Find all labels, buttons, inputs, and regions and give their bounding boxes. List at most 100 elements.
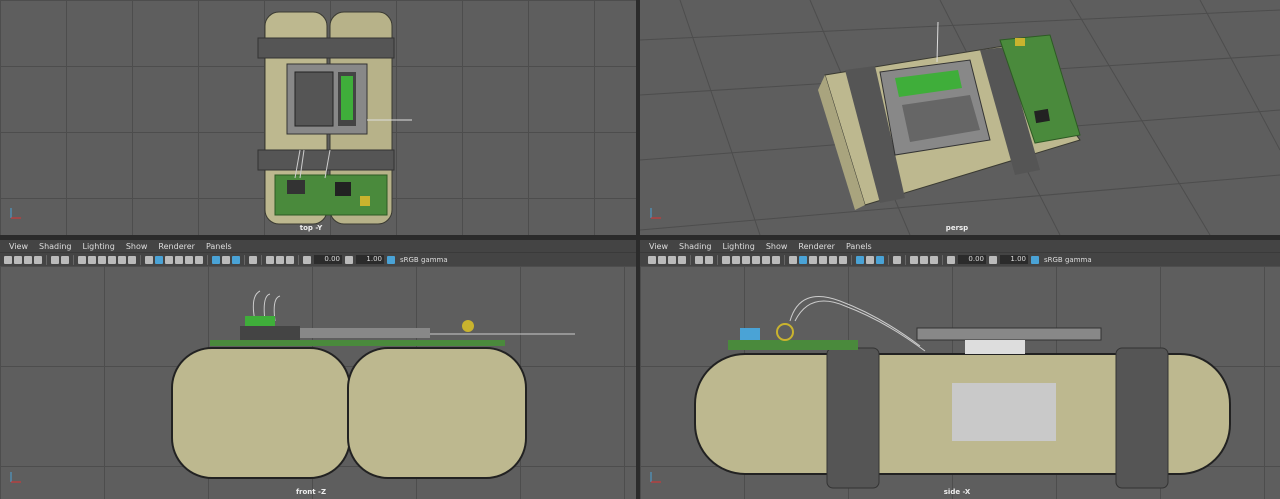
menu-shading[interactable]: Shading bbox=[679, 242, 712, 251]
color-space-label[interactable]: sRGB gamma bbox=[1044, 256, 1092, 264]
safe-action-icon[interactable] bbox=[772, 255, 780, 264]
select-camera-icon[interactable] bbox=[648, 255, 656, 264]
motion-blur-icon[interactable] bbox=[866, 255, 874, 264]
image-plane-icon[interactable] bbox=[34, 255, 42, 264]
xray-joints-icon[interactable] bbox=[276, 255, 284, 264]
exposure-icon[interactable] bbox=[947, 255, 955, 264]
two-d-pan-icon[interactable] bbox=[695, 255, 703, 264]
isolate-icon[interactable] bbox=[893, 255, 901, 264]
motion-blur-icon[interactable] bbox=[222, 255, 230, 264]
color-space-label[interactable]: sRGB gamma bbox=[400, 256, 448, 264]
camera-label: persp bbox=[945, 224, 969, 232]
toolbar-divider bbox=[717, 254, 718, 265]
menu-show[interactable]: Show bbox=[766, 242, 788, 251]
ambient-occlusion-icon[interactable] bbox=[856, 255, 864, 264]
bomb-model-top bbox=[257, 11, 412, 225]
shadow-icon[interactable] bbox=[195, 255, 203, 264]
default-material-icon[interactable] bbox=[165, 255, 173, 264]
xray-icon[interactable] bbox=[266, 255, 274, 264]
toolbar-divider bbox=[784, 254, 785, 265]
menu-show[interactable]: Show bbox=[126, 242, 148, 251]
grid-icon[interactable] bbox=[78, 255, 86, 264]
panel-menubar: View Shading Lighting Show Renderer Pane… bbox=[0, 240, 636, 252]
exposure-icon[interactable] bbox=[303, 255, 311, 264]
gamma-field[interactable]: 1.00 bbox=[356, 255, 384, 264]
panel-menubar: View Shading Lighting Show Renderer Pane… bbox=[640, 240, 1280, 252]
ambient-occlusion-icon[interactable] bbox=[212, 255, 220, 264]
resolution-gate-icon[interactable] bbox=[742, 255, 750, 264]
bookmark-icon[interactable] bbox=[24, 255, 32, 264]
light-icon[interactable] bbox=[829, 255, 837, 264]
field-chart-icon[interactable] bbox=[762, 255, 770, 264]
grease-pencil-icon[interactable] bbox=[61, 255, 69, 264]
wireframe-icon[interactable] bbox=[145, 255, 153, 264]
camera-attributes-icon[interactable] bbox=[14, 255, 22, 264]
menu-panels[interactable]: Panels bbox=[846, 242, 872, 251]
xray-joints-icon[interactable] bbox=[920, 255, 928, 264]
toolbar-divider bbox=[261, 254, 262, 265]
camera-label: top -Y bbox=[299, 224, 323, 232]
isolate-icon[interactable] bbox=[249, 255, 257, 264]
grease-pencil-icon[interactable] bbox=[705, 255, 713, 264]
gate-mask-icon[interactable] bbox=[752, 255, 760, 264]
viewport-persp[interactable]: persp bbox=[640, 0, 1280, 235]
viewport-front[interactable]: front -Z bbox=[0, 266, 636, 499]
menu-shading[interactable]: Shading bbox=[39, 242, 72, 251]
menu-renderer[interactable]: Renderer bbox=[798, 242, 835, 251]
menu-view[interactable]: View bbox=[9, 242, 28, 251]
image-plane-icon[interactable] bbox=[678, 255, 686, 264]
toolbar-divider bbox=[244, 254, 245, 265]
gamma-icon[interactable] bbox=[989, 255, 997, 264]
film-gate-icon[interactable] bbox=[88, 255, 96, 264]
field-chart-icon[interactable] bbox=[118, 255, 126, 264]
exposure-field[interactable]: 0.00 bbox=[314, 255, 342, 264]
viewport-side[interactable]: side -X bbox=[640, 266, 1280, 499]
menu-lighting[interactable]: Lighting bbox=[722, 242, 754, 251]
menu-panels[interactable]: Panels bbox=[206, 242, 232, 251]
toolbar-divider bbox=[73, 254, 74, 265]
menu-view[interactable]: View bbox=[649, 242, 668, 251]
bookmark-icon[interactable] bbox=[668, 255, 676, 264]
camera-label: front -Z bbox=[295, 488, 327, 496]
shadow-icon[interactable] bbox=[839, 255, 847, 264]
texture-icon[interactable] bbox=[819, 255, 827, 264]
two-d-pan-icon[interactable] bbox=[51, 255, 59, 264]
xray-components-icon[interactable] bbox=[930, 255, 938, 264]
smooth-shade-icon[interactable] bbox=[799, 255, 807, 264]
select-camera-icon[interactable] bbox=[4, 255, 12, 264]
wireframe-icon[interactable] bbox=[789, 255, 797, 264]
resolution-gate-icon[interactable] bbox=[98, 255, 106, 264]
default-material-icon[interactable] bbox=[809, 255, 817, 264]
light-icon[interactable] bbox=[185, 255, 193, 264]
gamma-icon[interactable] bbox=[345, 255, 353, 264]
toolbar-divider bbox=[942, 254, 943, 265]
texture-icon[interactable] bbox=[175, 255, 183, 264]
gamma-field[interactable]: 1.00 bbox=[1000, 255, 1028, 264]
menu-lighting[interactable]: Lighting bbox=[82, 242, 114, 251]
toolbar-divider bbox=[690, 254, 691, 265]
toolbar-divider bbox=[298, 254, 299, 265]
xray-components-icon[interactable] bbox=[286, 255, 294, 264]
toolbar-divider bbox=[46, 254, 47, 265]
menu-renderer[interactable]: Renderer bbox=[158, 242, 195, 251]
toolbar-divider bbox=[905, 254, 906, 265]
color-management-icon[interactable] bbox=[387, 255, 395, 264]
safe-action-icon[interactable] bbox=[128, 255, 136, 264]
viewport-top[interactable]: top -Y bbox=[0, 0, 636, 235]
toolbar-divider bbox=[851, 254, 852, 265]
camera-attributes-icon[interactable] bbox=[658, 255, 666, 264]
axis-gizmo-icon bbox=[648, 471, 662, 485]
panel-toolbar: 0.00 1.00 sRGB gamma bbox=[640, 252, 1280, 266]
anti-alias-icon[interactable] bbox=[232, 255, 240, 264]
bomb-model-persp bbox=[818, 21, 1081, 210]
gate-mask-icon[interactable] bbox=[108, 255, 116, 264]
anti-alias-icon[interactable] bbox=[876, 255, 884, 264]
axis-gizmo-icon bbox=[648, 207, 662, 221]
grid-icon[interactable] bbox=[722, 255, 730, 264]
smooth-shade-icon[interactable] bbox=[155, 255, 163, 264]
color-management-icon[interactable] bbox=[1031, 255, 1039, 264]
film-gate-icon[interactable] bbox=[732, 255, 740, 264]
camera-label: side -X bbox=[943, 488, 971, 496]
xray-icon[interactable] bbox=[910, 255, 918, 264]
exposure-field[interactable]: 0.00 bbox=[958, 255, 986, 264]
